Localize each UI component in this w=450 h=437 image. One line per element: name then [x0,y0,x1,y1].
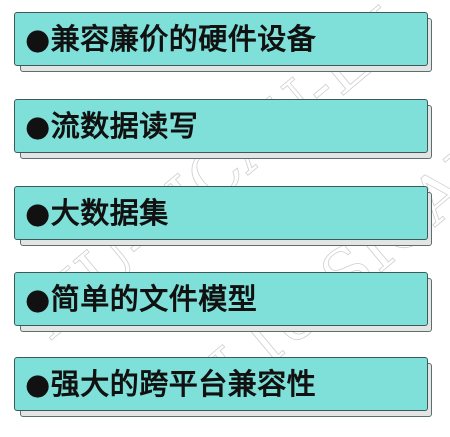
feature-item-5: ●强大的跨平台兼容性 [14,357,432,417]
feature-item-box: ●流数据读写 [14,99,428,153]
feature-item-label: ●简单的文件模型 [25,281,258,316]
feature-list: ●兼容廉价的硬件设备 ●流数据读写 ●大数据集 ●简单的文件模型 ●强大的跨平台… [0,0,450,437]
feature-item-3: ●大数据集 [14,186,432,246]
feature-item-label: ●大数据集 [25,195,169,230]
feature-item-box: ●大数据集 [14,186,428,240]
feature-item-1: ●兼容廉价的硬件设备 [14,12,432,72]
feature-item-label: ●强大的跨平台兼容性 [25,366,317,401]
feature-item-box: ●强大的跨平台兼容性 [14,357,428,411]
feature-item-4: ●简单的文件模型 [14,272,432,332]
feature-item-label: ●流数据读写 [25,108,199,143]
feature-item-label: ●兼容廉价的硬件设备 [25,21,317,56]
feature-item-2: ●流数据读写 [14,99,432,159]
feature-item-box: ●简单的文件模型 [14,272,428,326]
feature-item-box: ●兼容廉价的硬件设备 [14,12,428,66]
